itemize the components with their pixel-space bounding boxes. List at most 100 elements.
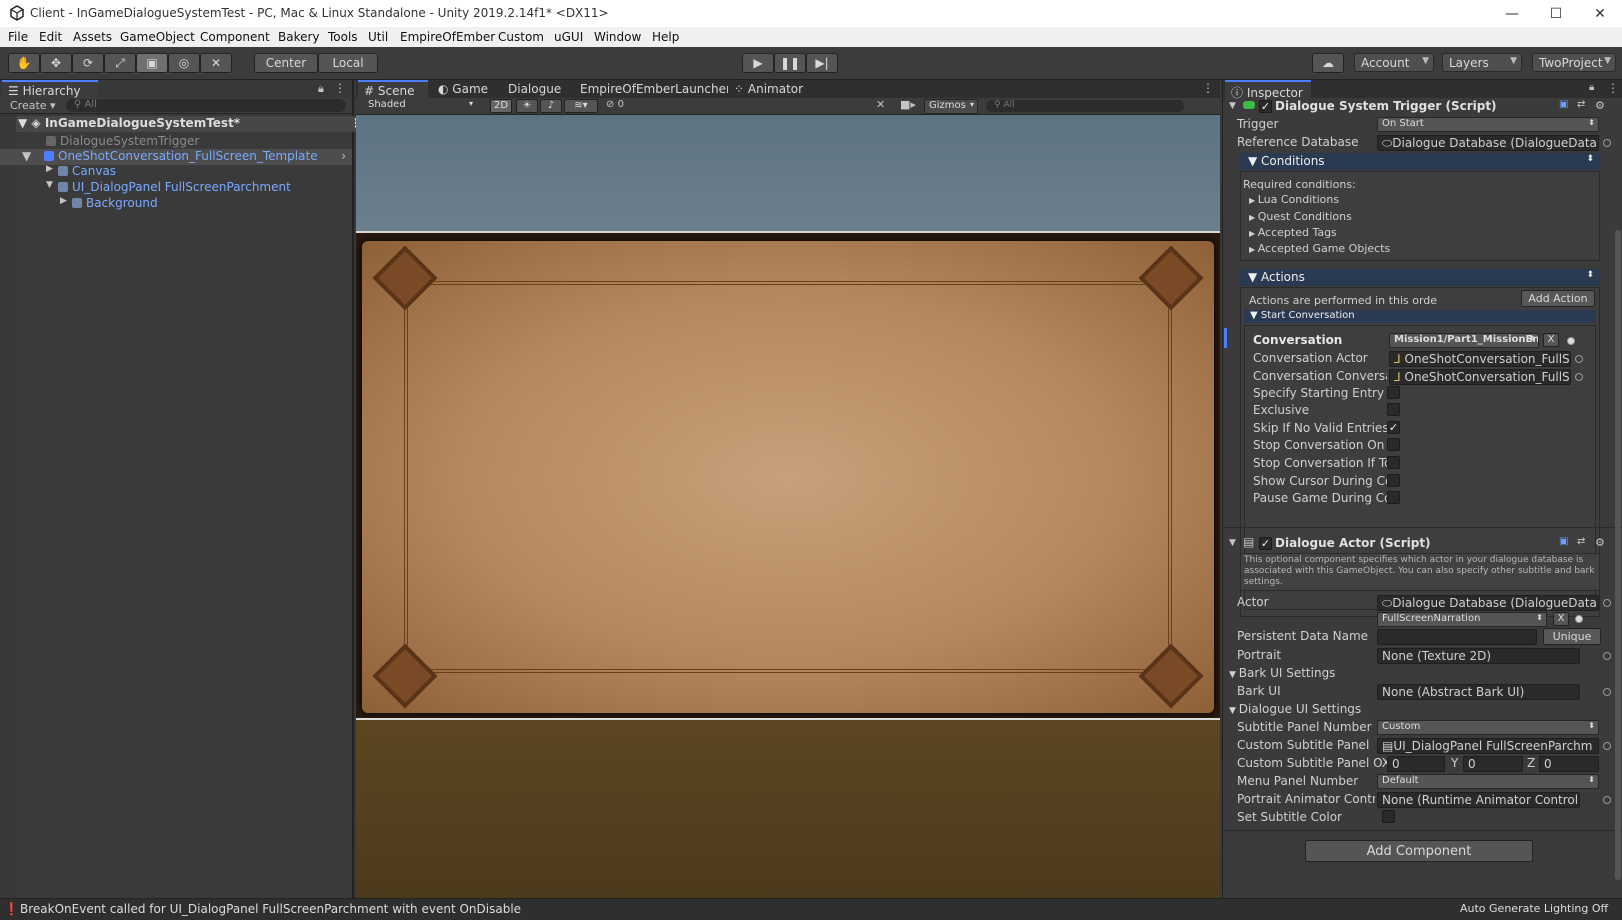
gear-icon[interactable]: ⚙ [1595,99,1605,112]
hierarchy-item[interactable]: ▶ Background [16,196,368,212]
portrait-field[interactable]: None (Texture 2D) [1377,648,1580,664]
layers-dropdown[interactable]: Layers ▼ [1442,53,1522,72]
add-action-button[interactable]: Add Action [1521,290,1595,307]
menu-help[interactable]: Help [652,30,679,44]
shading-dropdown[interactable]: Shaded ▾ [364,99,476,114]
help-book-icon[interactable]: ▣ [1559,536,1568,547]
menu-bakery[interactable]: Bakery [278,30,320,44]
panel-menu-icon[interactable]: ⋮ [334,81,346,95]
tab-hierarchy[interactable]: ☰ Hierarchy [2,80,98,98]
actor-picker-icon[interactable] [1575,615,1583,623]
maximize-button[interactable]: ☐ [1536,0,1576,27]
persistent-data-name-input[interactable] [1377,629,1537,645]
scene-viewport[interactable] [356,115,1220,898]
actor-dropdown[interactable]: FullScreenNarration ⬍ [1377,612,1547,627]
set-subtitle-color-checkbox[interactable] [1382,810,1395,823]
tab-animator[interactable]: ⁘ Animator [728,80,808,98]
preset-icon[interactable]: ⇄ [1577,99,1585,110]
camera-icon[interactable]: ■▸ [900,98,916,111]
menu-empireofember[interactable]: EmpireOfEmber [400,30,495,44]
inspector-scrollbar[interactable] [1615,230,1621,880]
play-icon[interactable]: ▶ [742,53,774,73]
move-tool-icon[interactable]: ✥ [40,53,72,73]
menu-window[interactable]: Window [594,30,641,44]
hand-tool-icon[interactable]: ✋ [8,53,40,73]
condition-lua[interactable]: ▶ Lua Conditions [1249,193,1339,206]
stop-conversation-if-too-far-checkbox[interactable] [1387,456,1400,469]
conversation-actor-field[interactable]: ⅃ OneShotConversation_FullSc [1389,351,1571,367]
panel-menu-icon[interactable]: ⋮ [1202,81,1214,95]
bark-ui-field[interactable]: None (Abstract Bark UI) [1377,684,1580,700]
menu-edit[interactable]: Edit [39,30,62,44]
start-conversation-header[interactable]: ▼ Start Conversation [1244,310,1596,323]
actor-clear-button[interactable]: X [1553,612,1569,626]
layout-dropdown[interactable]: TwoProject ▼ [1532,53,1616,72]
exclusive-checkbox[interactable] [1387,403,1400,416]
transform-tool-icon[interactable]: ◎ [168,53,200,73]
close-button[interactable]: ✕ [1580,0,1620,27]
conversation-clear-button[interactable]: X [1543,333,1559,347]
help-book-icon[interactable]: ▣ [1559,99,1568,110]
offset-y-input[interactable]: 0 [1463,756,1523,772]
menu-custom[interactable]: Custom [498,30,544,44]
toggle-2d-button[interactable]: 2D [490,99,512,113]
object-picker-icon[interactable] [1603,742,1611,750]
object-picker-icon[interactable] [1603,139,1611,147]
chevron-right-icon[interactable]: › [341,149,346,163]
conversation-dropdown[interactable]: Mission1/Part1_MissionEnd ⬍ [1389,333,1539,348]
menu-assets[interactable]: Assets [73,30,112,44]
object-picker-icon[interactable] [1603,688,1611,696]
gear-icon[interactable]: ⚙ [1595,536,1605,549]
gizmos-dropdown[interactable]: Gizmos ▾ [924,99,978,114]
actor-db-field[interactable]: ⬭Dialogue Database (DialogueDatab [1377,595,1599,611]
custom-tool-icon[interactable]: ✕ [200,53,232,73]
pivot-local-button[interactable]: Local [318,53,378,73]
status-message[interactable]: BreakOnEvent called for UI_DialogPanel F… [20,902,521,916]
menu-component[interactable]: Component [200,30,270,44]
expand-arrow-icon[interactable]: ▼ [1229,101,1236,111]
condition-gameobjects[interactable]: ▶ Accepted Game Objects [1249,242,1390,255]
hierarchy-item[interactable]: DialogueSystemTrigger [16,134,368,150]
object-picker-icon[interactable] [1575,355,1583,363]
scene-root-row[interactable]: ▼ ◈ InGameDialogueSystemTest*⋮ [16,116,368,132]
portrait-animator-field[interactable]: None (Runtime Animator Controller [1377,792,1580,808]
enable-component-checkbox[interactable]: ✓ [1259,100,1272,113]
unique-button[interactable]: Unique [1543,628,1601,645]
actions-header[interactable]: ▼ Actions ⬍ [1240,269,1600,286]
custom-subtitle-panel-field[interactable]: ▤UI_DialogPanel FullScreenParchm [1377,738,1599,754]
conversation-picker-icon[interactable] [1567,337,1575,345]
hierarchy-item[interactable]: ▼ UI_DialogPanel FullScreenParchment [16,180,368,196]
panel-menu-icon[interactable]: ⋮ [1607,81,1619,95]
step-icon[interactable]: ▶| [806,53,838,73]
condition-quest[interactable]: ▶ Quest Conditions [1249,210,1352,223]
scale-tool-icon[interactable]: ⤢ [104,53,136,73]
bark-ui-settings-foldout[interactable]: ▼ Bark UI Settings [1229,666,1335,680]
condition-tags[interactable]: ▶ Accepted Tags [1249,226,1337,239]
minimize-button[interactable]: — [1492,0,1532,27]
account-dropdown[interactable]: Account ▼ [1354,53,1434,72]
lock-icon[interactable]: 🔒︎ [1589,82,1594,93]
effects-icon[interactable]: ≋▾ [564,99,598,113]
pause-icon[interactable]: ❚❚ [774,53,806,73]
menu-panel-number-dropdown[interactable]: Default ⬍ [1377,774,1599,789]
tab-scene[interactable]: # Scene [358,80,428,98]
rect-tool-icon[interactable]: ▣ [136,53,168,73]
menu-gameobject[interactable]: GameObject [120,30,195,44]
lock-icon[interactable]: 🔒︎ [318,82,324,96]
object-picker-icon[interactable] [1603,599,1611,607]
expand-arrow-icon[interactable]: ▼ [1229,538,1236,548]
tab-dialogue[interactable]: Dialogue [502,80,566,98]
object-picker-icon[interactable] [1603,796,1611,804]
pivot-center-button[interactable]: Center [254,53,318,73]
object-picker-icon[interactable] [1575,373,1583,381]
conversation-conversant-field[interactable]: ⅃ OneShotConversation_FullSc [1389,369,1571,385]
hierarchy-item[interactable]: ▶ Canvas [16,164,368,180]
specify-starting-entry-checkbox[interactable] [1387,386,1400,399]
conditions-header[interactable]: ▼ Conditions ⬍ [1240,153,1600,170]
stop-conversation-on-trigger-checkbox[interactable] [1387,438,1400,451]
menu-util[interactable]: Util [368,30,388,44]
menu-ugui[interactable]: uGUI [554,30,583,44]
skip-if-no-valid-entries-checkbox[interactable]: ✓ [1387,421,1400,434]
hierarchy-search-input[interactable]: ⚲ All [66,99,346,112]
offset-z-input[interactable]: 0 [1539,756,1599,772]
